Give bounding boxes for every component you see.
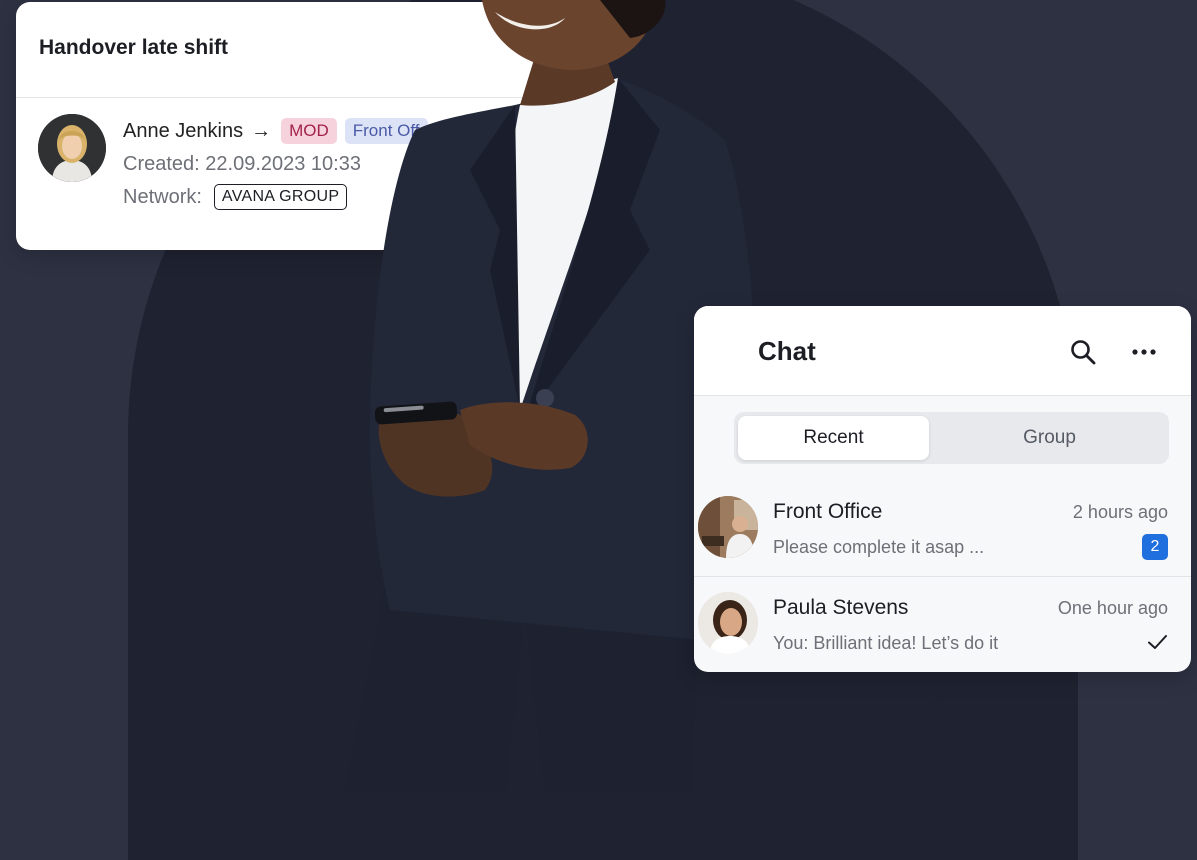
avatar-paula-stevens	[698, 592, 758, 654]
conversation-paula-stevens[interactable]: Paula Stevens One hour ago You: Brillian…	[694, 576, 1191, 672]
conversation-name: Paula Stevens	[773, 596, 909, 619]
avatar-front-office	[698, 496, 758, 558]
conversation-preview: You: Brilliant idea! Let’s do it	[773, 633, 999, 653]
check-icon	[1148, 635, 1167, 649]
more-icon[interactable]	[1131, 339, 1157, 365]
chat-card: Chat Recent Group Front Office 2 hours a…	[694, 306, 1191, 672]
search-icon[interactable]	[1069, 338, 1097, 366]
conversation-time: One hour ago	[1057, 598, 1168, 618]
person-button	[536, 389, 554, 407]
conversation-name: Front Office	[773, 500, 883, 523]
chat-header: Chat	[694, 306, 1191, 396]
conversation-preview: Please complete it asap ...	[773, 537, 985, 557]
conversation-front-office[interactable]: Front Office 2 hours ago Please complete…	[694, 480, 1191, 577]
tab-group[interactable]: Group	[934, 416, 1165, 460]
conversation-time: 2 hours ago	[1072, 502, 1168, 522]
tab-recent[interactable]: Recent	[738, 416, 929, 460]
chat-tabs: Recent Group	[734, 412, 1169, 464]
unread-badge: 2	[1142, 534, 1168, 560]
chat-title: Chat	[758, 336, 816, 366]
